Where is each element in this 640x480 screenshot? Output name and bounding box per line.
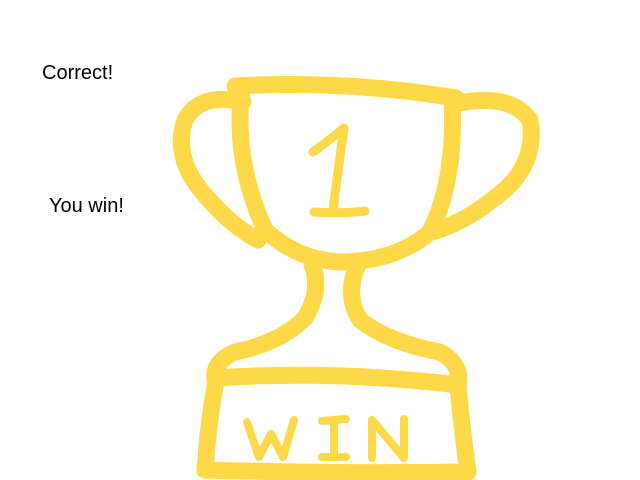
win-label: [243, 415, 408, 462]
trophy-icon: [172, 76, 540, 480]
result-screen: Correct! You win!: [0, 0, 640, 480]
rank-number-1: [308, 123, 370, 218]
